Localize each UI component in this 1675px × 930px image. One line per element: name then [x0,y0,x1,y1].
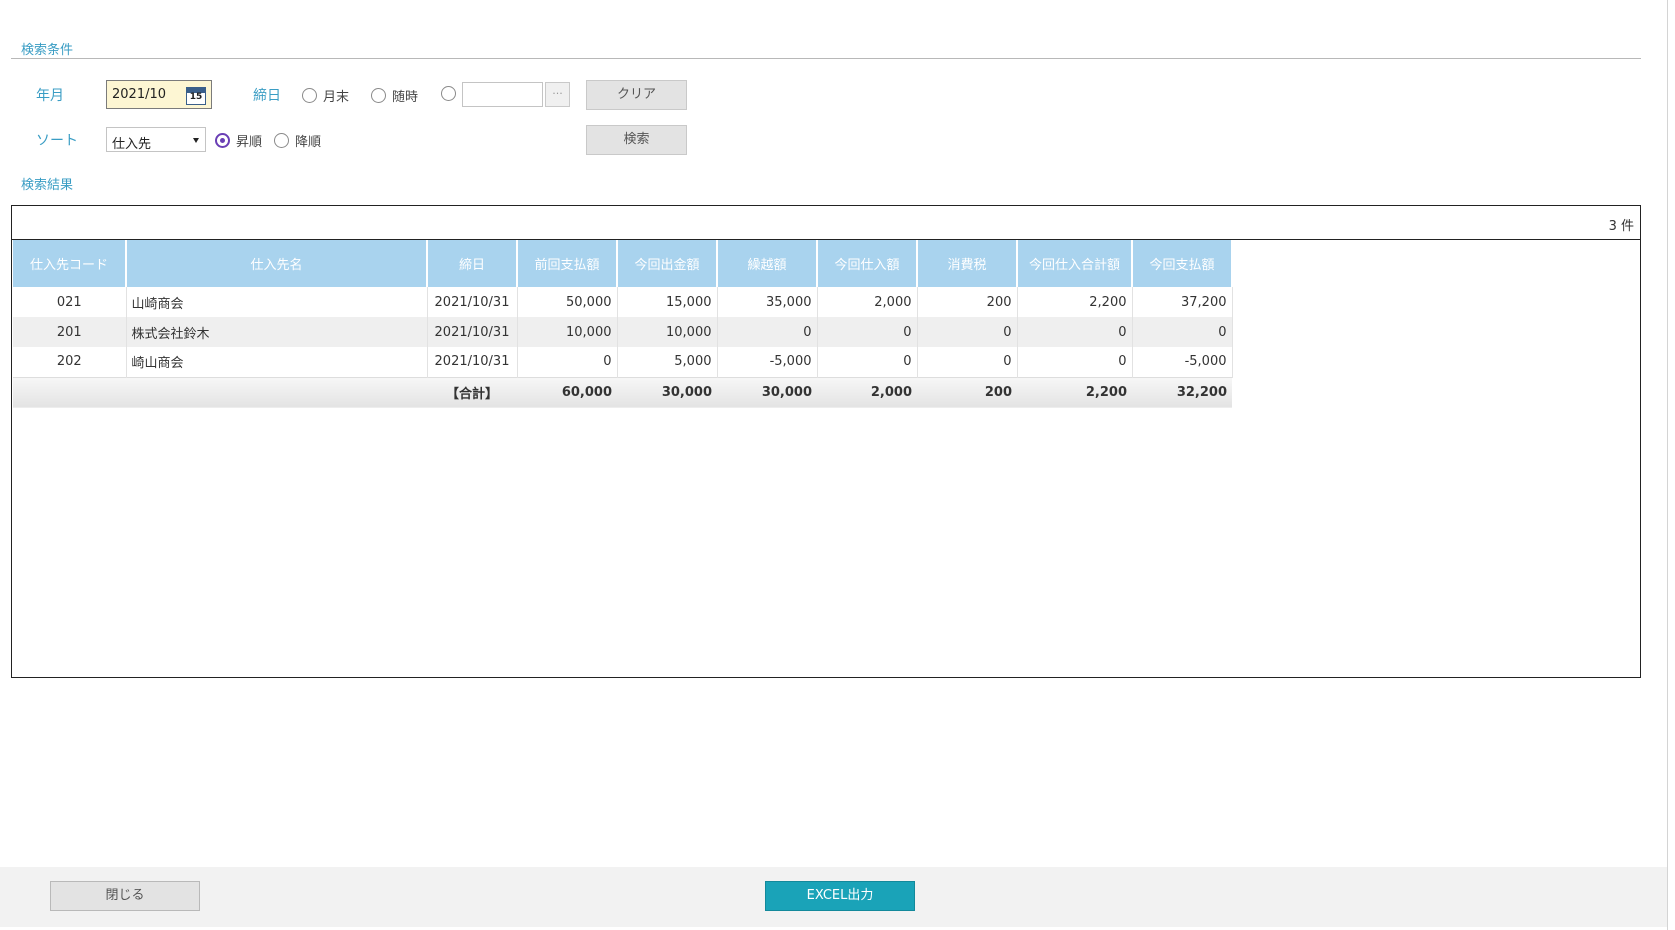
supplier-name-cell: 崎山商会 [126,347,428,377]
totals-label: 【合計】 [427,376,517,408]
column-header[interactable]: 締日 [427,240,518,287]
column-header[interactable]: 今回仕入額 [817,240,918,287]
total-cell: 200 [917,376,1017,408]
excel-export-button[interactable]: EXCEL出力 [765,881,915,911]
amount-cell: 0 [1017,347,1133,377]
amount-cell: 0 [717,317,818,347]
column-header[interactable]: 消費税 [917,240,1018,287]
year-month-label: 年月 [36,88,64,104]
supplier-code-cell: 202 [13,347,127,377]
total-cell: 2,200 [1017,376,1132,408]
amount-cell: 0 [817,317,918,347]
order-descending-radio[interactable]: 降順 [274,131,321,150]
table-row[interactable]: 202 崎山商会 2021/10/31 0 5,000 -5,000 0 0 0… [13,347,1233,377]
closing-custom-radio[interactable] [441,86,456,101]
amount-cell: 0 [917,347,1018,377]
results-panel: 3 件 仕入先コード 仕入先名 締日 前回支払額 今回出金額 繰越額 今回仕入額… [11,205,1641,678]
closing-date-cell: 2021/10/31 [427,347,518,377]
totals-row: 【合計】 60,000 30,000 30,000 2,000 200 2,20… [13,376,1232,408]
result-count: 3 件 [1608,219,1634,234]
amount-cell: 0 [817,347,918,377]
search-results-title: 検索結果 [21,178,74,193]
table-header-row: 仕入先コード 仕入先名 締日 前回支払額 今回出金額 繰越額 今回仕入額 消費税… [13,240,1233,287]
sort-label: ソート [36,133,78,149]
search-conditions-title: 検索条件 [21,43,74,58]
radio-icon [441,86,456,101]
column-header[interactable]: 今回仕入合計額 [1017,240,1133,287]
closing-month-end-radio[interactable]: 月末 [302,86,349,105]
window-edge [1667,0,1668,930]
amount-cell: 2,000 [817,287,918,317]
calendar-icon[interactable]: 15 [186,87,206,105]
closing-date-cell: 2021/10/31 [427,317,518,347]
amount-cell: 2,200 [1017,287,1133,317]
radio-selected-icon [215,133,230,148]
total-cell: 32,200 [1132,376,1232,408]
results-table: 仕入先コード 仕入先名 締日 前回支払額 今回出金額 繰越額 今回仕入額 消費税… [13,240,1233,408]
radio-icon [302,88,317,103]
amount-cell: -5,000 [1132,347,1233,377]
closing-date-cell: 2021/10/31 [427,287,518,317]
amount-cell: 0 [1132,317,1233,347]
total-cell: 30,000 [717,376,817,408]
amount-cell: 37,200 [1132,287,1233,317]
closing-day-picker-button[interactable]: ··· [545,82,570,107]
result-count-bar: 3 件 [12,206,1640,240]
amount-cell: -5,000 [717,347,818,377]
amount-cell: 10,000 [517,317,618,347]
amount-cell: 35,000 [717,287,818,317]
closing-anytime-radio[interactable]: 随時 [371,86,418,105]
column-header[interactable]: 仕入先コード [13,240,127,287]
supplier-code-cell: 021 [13,287,127,317]
supplier-name-cell: 山崎商会 [126,287,428,317]
column-header[interactable]: 繰越額 [717,240,818,287]
amount-cell: 15,000 [617,287,718,317]
column-header[interactable]: 今回出金額 [617,240,718,287]
table-row[interactable]: 021 山崎商会 2021/10/31 50,000 15,000 35,000… [13,287,1233,317]
table-row[interactable]: 201 株式会社鈴木 2021/10/31 10,000 10,000 0 0 … [13,317,1233,347]
search-button[interactable]: 検索 [586,125,687,155]
supplier-name-cell: 株式会社鈴木 [126,317,428,347]
amount-cell: 10,000 [617,317,718,347]
closing-day-input[interactable] [462,82,543,107]
year-month-value: 2021/10 [112,87,167,102]
amount-cell: 0 [917,317,1018,347]
amount-cell: 200 [917,287,1018,317]
total-cell: 30,000 [617,376,717,408]
order-ascending-radio[interactable]: 昇順 [215,131,262,150]
sort-select[interactable]: 仕入先 [106,127,206,152]
radio-icon [274,133,289,148]
amount-cell: 50,000 [517,287,618,317]
section-divider [11,58,1641,59]
column-header[interactable]: 前回支払額 [517,240,618,287]
close-button[interactable]: 閉じる [50,881,200,911]
total-cell: 2,000 [817,376,917,408]
clear-button[interactable]: クリア [586,80,687,110]
amount-cell: 5,000 [617,347,718,377]
radio-icon [371,88,386,103]
closing-day-label: 締日 [253,88,281,104]
supplier-code-cell: 201 [13,317,127,347]
column-header[interactable]: 仕入先名 [126,240,428,287]
amount-cell: 0 [517,347,618,377]
total-cell: 60,000 [517,376,617,408]
chevron-down-icon [193,138,199,143]
amount-cell: 0 [1017,317,1133,347]
column-header[interactable]: 今回支払額 [1132,240,1233,287]
year-month-input[interactable]: 2021/10 15 [106,80,212,109]
